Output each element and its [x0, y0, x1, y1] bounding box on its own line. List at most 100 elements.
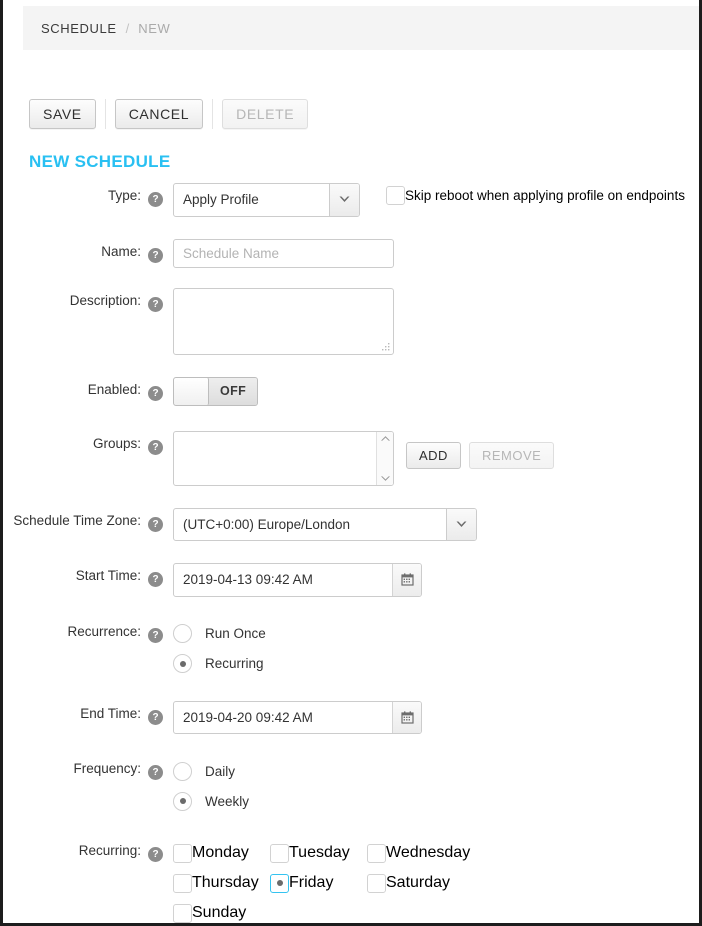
end-time-label-cell: End Time:?: [3, 701, 163, 725]
day-checkbox-saturday[interactable]: Saturday: [367, 873, 464, 893]
end-time-value: 2019-04-20 09:42 AM: [183, 709, 313, 725]
radio-weekly[interactable]: Weekly: [173, 786, 249, 816]
recurrence-label: Recurrence:: [67, 623, 141, 639]
help-icon[interactable]: ?: [148, 296, 163, 312]
add-group-button[interactable]: ADD: [406, 441, 461, 469]
start-time-input[interactable]: 2019-04-13 09:42 AM: [173, 563, 422, 597]
save-button[interactable]: SAVE: [29, 99, 96, 129]
day-label-tuesday: Tuesday: [289, 844, 350, 862]
day-checkbox-monday[interactable]: Monday: [173, 843, 270, 863]
day-checkbox-monday-box[interactable]: [173, 843, 192, 863]
toggle-knob: [174, 377, 209, 405]
enabled-toggle[interactable]: OFF: [173, 376, 259, 406]
skip-reboot-box[interactable]: [386, 186, 405, 205]
groups-label-cell: Groups:?: [3, 431, 163, 455]
day-label-thursday: Thursday: [192, 874, 259, 892]
chevron-down-icon[interactable]: [329, 184, 359, 216]
timezone-label-cell: Schedule Time Zone:?: [3, 508, 163, 532]
day-checkbox-tuesday[interactable]: Tuesday: [270, 843, 367, 863]
day-checkbox-saturday-box[interactable]: [367, 873, 386, 893]
groups-field-cell: ADD REMOVE: [163, 430, 699, 486]
groups-list-area[interactable]: [174, 432, 376, 485]
day-checkbox-tuesday-box[interactable]: [270, 843, 289, 863]
form-row-end-time: End Time:? 2019-04-20 09:42 AM: [3, 700, 699, 735]
start-time-label: Start Time:: [75, 568, 141, 584]
groups-buttons: ADD REMOVE: [406, 441, 562, 469]
toggle-state-label: OFF: [209, 377, 258, 405]
timezone-select[interactable]: (UTC+0:00) Europe/London: [173, 507, 477, 542]
day-checkbox-friday[interactable]: Friday: [270, 873, 367, 893]
breadcrumb-current: NEW: [138, 20, 171, 36]
calendar-icon[interactable]: [392, 564, 421, 596]
chevron-up-icon: [380, 435, 390, 441]
frequency-field-cell: Daily Weekly: [163, 756, 699, 816]
help-icon[interactable]: ?: [148, 385, 163, 401]
calendar-icon[interactable]: [392, 701, 421, 734]
radio-recurring-label: Recurring: [205, 656, 264, 672]
breadcrumb-separator: /: [125, 20, 130, 36]
day-checkbox-wednesday[interactable]: Wednesday: [367, 843, 470, 863]
help-icon[interactable]: ?: [148, 572, 163, 588]
end-time-input[interactable]: 2019-04-20 09:42 AM: [173, 700, 422, 735]
skip-reboot-checkbox[interactable]: Skip reboot when applying profile on end…: [386, 183, 685, 205]
radio-recurring[interactable]: Recurring: [173, 649, 266, 679]
help-icon[interactable]: ?: [148, 765, 163, 781]
type-select-value: Apply Profile: [183, 192, 259, 207]
recurring-days-field-cell: Monday Tuesday Wednesday Thursday Friday…: [163, 838, 699, 923]
frequency-label-cell: Frequency:?: [3, 756, 163, 781]
groups-scrollbar[interactable]: [376, 431, 393, 485]
radio-run-once[interactable]: Run Once: [173, 619, 266, 649]
radio-weekly-control[interactable]: [173, 791, 192, 811]
description-textarea[interactable]: [173, 287, 394, 355]
type-label: Type:: [107, 188, 141, 203]
delete-button[interactable]: DELETE: [222, 99, 309, 129]
frequency-radio-group: Daily Weekly: [173, 756, 249, 816]
type-select[interactable]: Apply Profile: [173, 183, 360, 217]
day-label-sunday: Sunday: [192, 904, 247, 922]
remove-group-button[interactable]: REMOVE: [468, 441, 555, 469]
start-time-value: 2019-04-13 09:42 AM: [183, 572, 313, 588]
help-icon[interactable]: ?: [148, 847, 163, 863]
start-time-label-cell: Start Time:?: [3, 563, 163, 588]
form-row-type: Type:? Apply Profile Skip reboot when ap…: [3, 183, 699, 217]
cancel-button[interactable]: CANCEL: [114, 99, 204, 129]
day-checkbox-thursday-box[interactable]: [173, 873, 192, 893]
frequency-label: Frequency:: [73, 761, 141, 777]
recurrence-radio-group: Run Once Recurring: [173, 619, 266, 679]
breadcrumb-root[interactable]: SCHEDULE: [41, 21, 117, 36]
help-icon[interactable]: ?: [148, 247, 163, 263]
name-input[interactable]: [173, 238, 394, 268]
day-checkbox-wednesday-box[interactable]: [367, 843, 386, 863]
day-checkbox-thursday[interactable]: Thursday: [173, 873, 270, 893]
day-checkbox-sunday-box[interactable]: [173, 903, 192, 923]
timezone-label: Schedule Time Zone:: [13, 512, 141, 528]
help-icon[interactable]: ?: [148, 516, 163, 532]
radio-daily-label: Daily: [205, 763, 236, 779]
help-icon[interactable]: ?: [148, 192, 163, 207]
radio-dot: [179, 660, 186, 667]
radio-run-once-control[interactable]: [173, 624, 192, 644]
radio-daily-control[interactable]: [173, 761, 192, 781]
groups-listbox[interactable]: [173, 430, 394, 486]
recurring-days-label: Recurring:: [78, 843, 141, 859]
schedule-new-page: SCHEDULE / NEW SAVE CANCEL DELETE NEW SC…: [0, 0, 702, 926]
breadcrumb: SCHEDULE / NEW: [23, 6, 699, 50]
name-label-cell: Name:?: [3, 239, 163, 263]
help-icon[interactable]: ?: [148, 709, 163, 725]
day-label-saturday: Saturday: [386, 874, 451, 892]
form-row-recurrence: Recurrence:? Run Once Recurring: [3, 619, 699, 679]
enabled-field-cell: OFF: [163, 376, 699, 406]
type-field-cell: Apply Profile Skip reboot when applying …: [163, 183, 699, 217]
help-icon[interactable]: ?: [148, 439, 163, 455]
checkbox-dot: [276, 880, 283, 887]
radio-recurring-control[interactable]: [173, 654, 192, 674]
help-icon[interactable]: ?: [148, 627, 163, 643]
chevron-down-icon[interactable]: [446, 508, 476, 541]
radio-daily[interactable]: Daily: [173, 756, 249, 786]
name-label: Name:: [101, 243, 141, 259]
resize-grip-icon: [382, 342, 390, 350]
day-checkbox-sunday[interactable]: Sunday: [173, 903, 270, 923]
day-label-wednesday: Wednesday: [386, 844, 471, 862]
day-checkbox-friday-box[interactable]: [270, 873, 289, 893]
description-label-cell: Description:?: [3, 288, 163, 312]
